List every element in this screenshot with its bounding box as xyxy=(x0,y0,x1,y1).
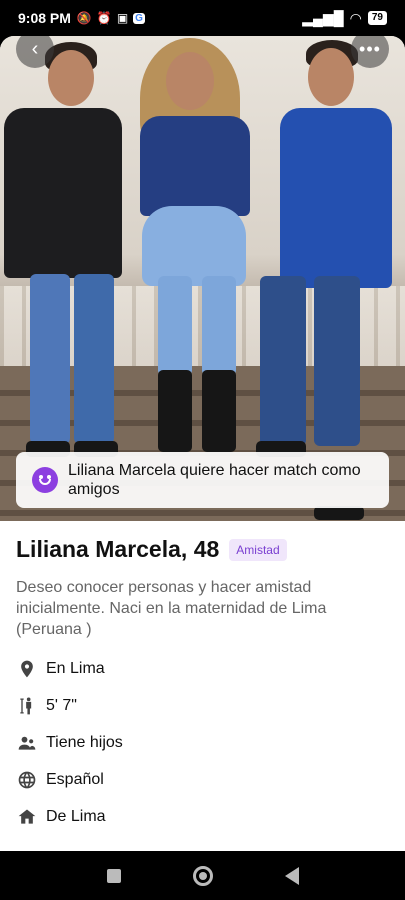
profile-photo[interactable]: ‹ ••• Liliana Marcela quiere hacer match… xyxy=(0,36,405,521)
profile-card: ‹ ••• Liliana Marcela quiere hacer match… xyxy=(0,36,405,851)
height-icon xyxy=(16,695,38,717)
home-icon xyxy=(16,806,38,828)
status-bar: 9:08 PM 🔕 ⏰ ▣ G ▂▄▆█ ◠ 79 xyxy=(0,0,405,36)
fact-children: Tiene hijos xyxy=(16,724,391,761)
name-row: Liliana Marcela, 48 Amistad xyxy=(16,536,391,563)
signal-icon: ▂▄▆█ xyxy=(302,9,344,26)
match-banner: Liliana Marcela quiere hacer match como … xyxy=(16,452,389,508)
app-icon: ▣ xyxy=(116,11,129,25)
profile-bio: Deseo conocer personas y hacer amistad i… xyxy=(16,579,327,638)
intent-badge: Amistad xyxy=(229,538,287,561)
profile-facts: En Lima 5' 7" Tiene hijos Español De Lim… xyxy=(16,650,391,835)
status-left-icons: 🔕 ⏰ ▣ G xyxy=(77,11,145,25)
fact-height: 5' 7" xyxy=(16,687,391,724)
fact-label: En Lima xyxy=(46,659,105,677)
fact-hometown: De Lima xyxy=(16,798,391,835)
fact-location: En Lima xyxy=(16,650,391,687)
photo-person-right xyxy=(250,36,405,521)
wifi-icon: ◠ xyxy=(349,9,362,26)
fact-label: 5' 7" xyxy=(46,696,77,714)
smile-icon xyxy=(32,467,58,493)
battery-icon: 79 xyxy=(367,11,387,25)
status-time: 9:08 PM xyxy=(18,10,71,26)
more-icon: ••• xyxy=(359,38,381,59)
children-icon xyxy=(16,732,38,754)
fact-label: Tiene hijos xyxy=(46,733,123,751)
fact-label: Español xyxy=(46,770,104,788)
location-icon xyxy=(16,658,38,680)
mute-icon: 🔕 xyxy=(76,11,92,25)
home-button[interactable] xyxy=(192,865,213,886)
profile-name: Liliana Marcela, 48 xyxy=(16,536,220,562)
system-nav-bar xyxy=(0,851,405,900)
google-icon: G xyxy=(133,12,145,24)
alarm-icon: ⏰ xyxy=(96,11,112,25)
recents-button[interactable] xyxy=(106,868,121,883)
status-right-icons: ▂▄▆█ ◠ 79 xyxy=(302,10,387,27)
chevron-left-icon: ‹ xyxy=(31,37,39,60)
profile-info: Liliana Marcela, 48 Amistad Deseo conoce… xyxy=(16,536,391,835)
fact-language: Español xyxy=(16,761,391,798)
language-icon xyxy=(16,769,38,791)
fact-label: De Lima xyxy=(46,807,106,825)
match-banner-text: Liliana Marcela quiere hacer match como … xyxy=(68,462,361,498)
back-nav-button[interactable] xyxy=(284,866,299,885)
